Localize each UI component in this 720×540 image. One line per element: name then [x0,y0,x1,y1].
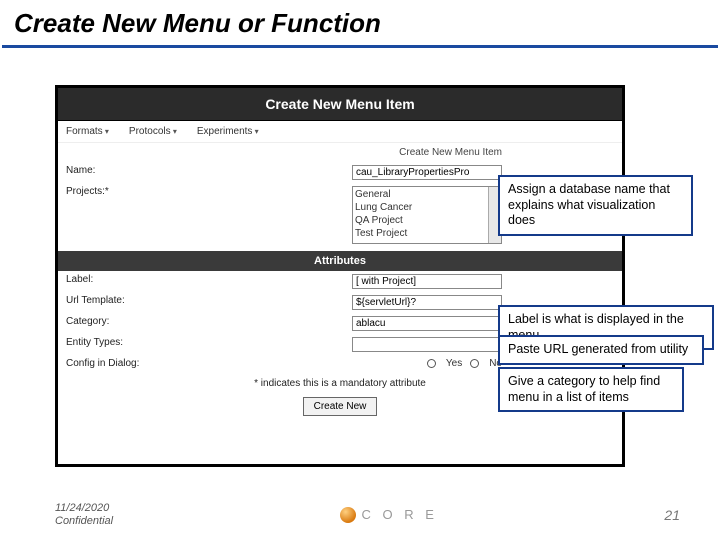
page-number: 21 [664,507,680,523]
radio-no[interactable] [470,359,479,368]
list-item[interactable]: Test Project [355,227,499,240]
radio-yes-label: Yes [446,358,462,369]
entitytypes-input[interactable] [352,337,502,352]
menubar: Formats Protocols Experiments [58,121,622,143]
category-label: Category: [66,316,151,327]
slide-title: Create New Menu or Function [0,0,720,45]
projects-listbox[interactable]: General Lung Cancer QA Project Test Proj… [352,186,502,244]
entitytypes-label: Entity Types: [66,337,151,348]
logo-icon [340,507,356,523]
urltemplate-label: Url Template: [66,295,151,306]
create-new-button[interactable]: Create New [303,397,378,416]
urltemplate-input[interactable] [352,295,502,310]
menu-protocols[interactable]: Protocols [129,126,177,137]
radio-yes[interactable] [427,359,436,368]
label-label: Label: [66,274,151,285]
name-input[interactable] [352,165,502,180]
logo-text: C O R E [362,507,438,522]
menu-experiments[interactable]: Experiments [197,126,259,137]
category-input[interactable] [352,316,502,331]
attributes-header: Attributes [58,251,622,271]
footer-date: 11/24/2020 [55,502,113,515]
name-label: Name: [66,165,151,176]
logo: C O R E [340,507,438,523]
title-rule [2,45,718,48]
panel-header: Create New Menu Item [58,88,622,121]
configdialog-label: Config in Dialog: [66,358,151,369]
callout-name: Assign a database name that explains wha… [498,175,693,236]
breadcrumb: Create New Menu Item [58,143,622,162]
footer: 11/24/2020 Confidential C O R E 21 [0,502,720,528]
callout-url: Paste URL generated from utility [498,335,704,365]
label-input[interactable] [352,274,502,289]
menu-formats[interactable]: Formats [66,126,109,137]
footer-confidential: Confidential [55,515,113,528]
callout-category: Give a category to help find menu in a l… [498,367,684,412]
projects-label: Projects:* [66,186,151,197]
list-item[interactable]: QA Project [355,214,499,227]
list-item[interactable]: Lung Cancer [355,201,499,214]
configdialog-radiogroup: Yes No [427,358,502,369]
list-item[interactable]: General [355,188,499,201]
